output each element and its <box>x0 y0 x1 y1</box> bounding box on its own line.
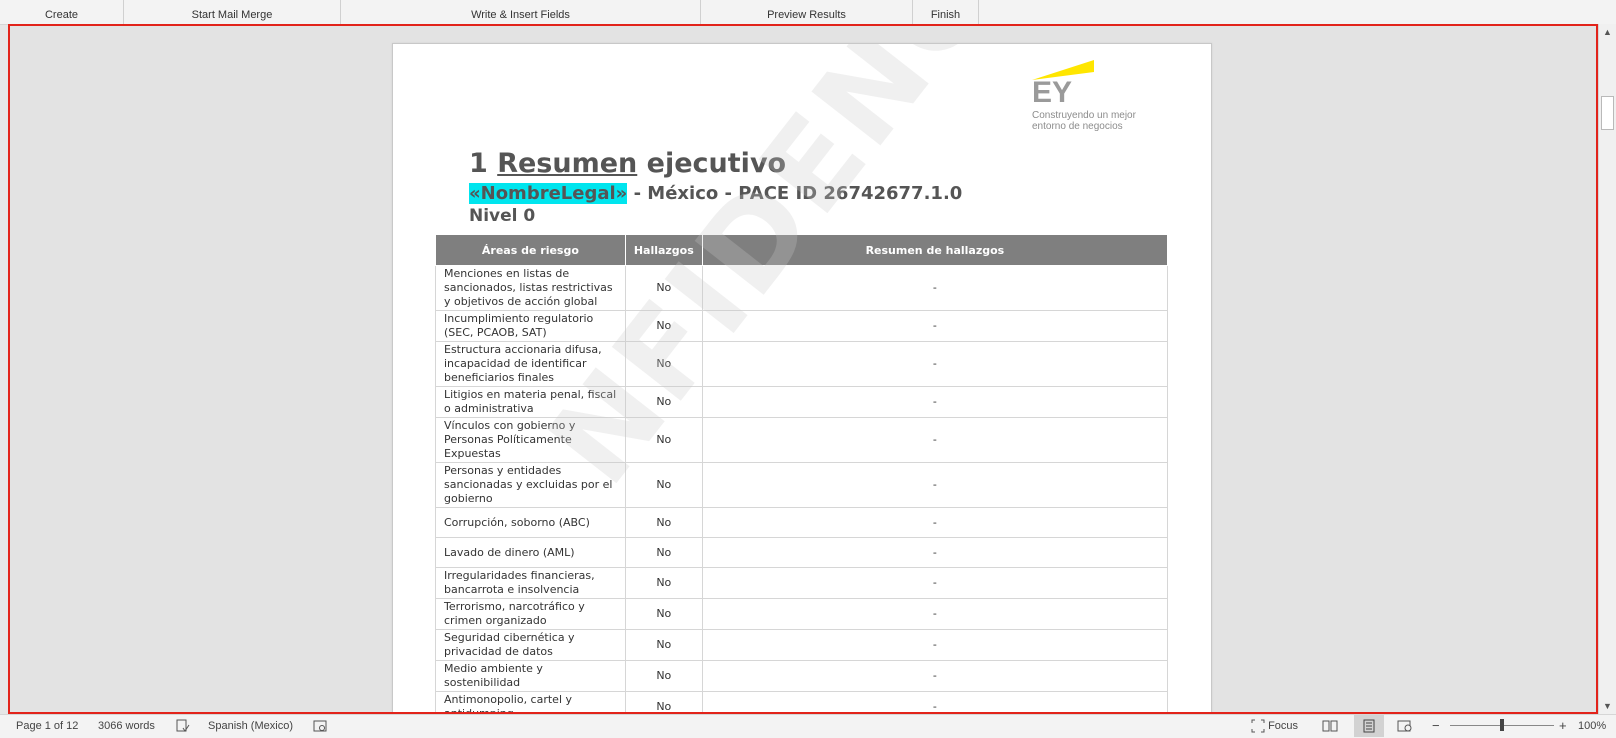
table-row[interactable]: Seguridad cibernética y privacidad de da… <box>435 629 1169 661</box>
table-row[interactable]: Irregularidades financieras, bancarrota … <box>435 567 1169 599</box>
cell-area[interactable]: Corrupción, soborno (ABC) <box>435 507 626 538</box>
cell-resumen[interactable]: - <box>701 341 1169 387</box>
column-header-areas: Áreas de riesgo <box>435 234 626 266</box>
scrollbar-thumb[interactable] <box>1601 96 1614 130</box>
logo-tagline: Construyendo un mejor entorno de negocio… <box>1032 110 1136 132</box>
status-bar: Page 1 of 12 3066 words Spanish (Mexico)… <box>0 714 1616 738</box>
focus-mode-button[interactable]: Focus <box>1251 715 1298 737</box>
table-row[interactable]: Vínculos con gobierno y Personas Polític… <box>435 417 1169 463</box>
scroll-up-arrow-icon[interactable]: ▲ <box>1599 24 1616 40</box>
cell-area[interactable]: Personas y entidades sancionadas y exclu… <box>435 462 626 508</box>
ey-logo-letters: EY <box>1032 76 1072 102</box>
table-row[interactable]: Incumplimiento regulatorio (SEC, PCAOB, … <box>435 310 1169 342</box>
vertical-scrollbar[interactable]: ▲ ▼ <box>1598 24 1616 714</box>
cell-resumen[interactable]: - <box>701 629 1169 661</box>
cell-area[interactable]: Estructura accionaria difusa, incapacida… <box>435 341 626 387</box>
heading-word: ejecutivo <box>646 148 787 179</box>
cell-area[interactable]: Irregularidades financieras, bancarrota … <box>435 567 626 599</box>
table-row[interactable]: Litigios en materia penal, fiscal o admi… <box>435 386 1169 418</box>
logo-tagline-line: entorno de negocios <box>1032 121 1123 132</box>
ey-logo-mark: EY <box>1032 60 1094 109</box>
cell-area[interactable]: Antimonopolio, cartel y antidumping <box>435 691 626 714</box>
document-page[interactable]: EY Construyendo un mejor entorno de nego… <box>392 43 1212 714</box>
column-header-hallazgos: Hallazgos <box>624 234 703 266</box>
cell-area[interactable]: Menciones en listas de sancionados, list… <box>435 265 626 311</box>
cell-resumen[interactable]: - <box>701 537 1169 568</box>
logo-tagline-line: Construyendo un mejor <box>1032 110 1136 121</box>
cell-area[interactable]: Vínculos con gobierno y Personas Polític… <box>435 417 626 463</box>
heading-number: 1 <box>469 148 488 179</box>
cell-hallazgo[interactable]: No <box>624 310 703 342</box>
focus-label: Focus <box>1268 720 1299 732</box>
cell-hallazgo[interactable]: No <box>624 417 703 463</box>
cell-area[interactable]: Incumplimiento regulatorio (SEC, PCAOB, … <box>435 310 626 342</box>
ey-logo: EY Construyendo un mejor entorno de nego… <box>1022 58 1152 154</box>
cell-resumen[interactable]: - <box>701 265 1169 311</box>
cell-hallazgo[interactable]: No <box>624 386 703 418</box>
table-row[interactable]: Menciones en listas de sancionados, list… <box>435 265 1169 311</box>
table-row[interactable]: Terrorismo, narcotráfico y crimen organi… <box>435 598 1169 630</box>
ribbon-group-write-insert-fields: Write & Insert Fields <box>341 0 701 24</box>
page-count[interactable]: Page 1 of 12 <box>16 715 78 737</box>
subtitle-text: - México - PACE ID 26742677.1.0 <box>627 183 963 204</box>
cell-resumen[interactable]: - <box>701 462 1169 508</box>
merge-field-nombrelegal[interactable]: «NombreLegal» <box>469 183 628 204</box>
zoom-in-button[interactable]: + <box>1559 715 1567 737</box>
zoom-level[interactable]: 100% <box>1578 715 1606 737</box>
cell-resumen[interactable]: - <box>701 417 1169 463</box>
cell-resumen[interactable]: - <box>701 310 1169 342</box>
proofing-icon[interactable] <box>176 715 190 737</box>
table-header-row: Áreas de riesgo Hallazgos Resumen de hal… <box>435 234 1169 266</box>
zoom-out-button[interactable]: − <box>1432 715 1440 737</box>
table-row[interactable]: Personas y entidades sancionadas y exclu… <box>435 462 1169 508</box>
cell-hallazgo[interactable]: No <box>624 691 703 714</box>
ribbon-group-finish: Finish <box>913 0 979 24</box>
cell-hallazgo[interactable]: No <box>624 537 703 568</box>
scroll-down-arrow-icon[interactable]: ▼ <box>1599 698 1616 714</box>
cell-area[interactable]: Lavado de dinero (AML) <box>435 537 626 568</box>
web-layout-icon[interactable] <box>1397 715 1413 737</box>
cell-resumen[interactable]: - <box>701 660 1169 692</box>
table-row[interactable]: Antimonopolio, cartel y antidumping No - <box>435 691 1169 714</box>
column-header-resumen: Resumen de hallazgos <box>701 234 1169 266</box>
cell-hallazgo[interactable]: No <box>624 265 703 311</box>
focus-icon <box>1251 719 1265 733</box>
cell-resumen[interactable]: - <box>701 386 1169 418</box>
table-row[interactable]: Corrupción, soborno (ABC) No - <box>435 507 1169 538</box>
heading-word-underlined: Resumen <box>497 148 638 179</box>
word-count[interactable]: 3066 words <box>98 715 155 737</box>
risk-table[interactable]: Áreas de riesgo Hallazgos Resumen de hal… <box>435 234 1169 714</box>
cell-hallazgo[interactable]: No <box>624 341 703 387</box>
cell-hallazgo[interactable]: No <box>624 567 703 599</box>
section-heading[interactable]: 1 Resumen ejecutivo <box>469 148 786 179</box>
subtitle[interactable]: «NombreLegal» - México - PACE ID 2674267… <box>469 183 962 204</box>
ribbon-group-preview-results: Preview Results <box>701 0 913 24</box>
cell-hallazgo[interactable]: No <box>624 629 703 661</box>
cell-area[interactable]: Medio ambiente y sostenibilidad <box>435 660 626 692</box>
cell-resumen[interactable]: - <box>701 598 1169 630</box>
ribbon-group-start-mail-merge: Start Mail Merge <box>124 0 341 24</box>
cell-area[interactable]: Litigios en materia penal, fiscal o admi… <box>435 386 626 418</box>
table-row[interactable]: Lavado de dinero (AML) No - <box>435 537 1169 568</box>
cell-resumen[interactable]: - <box>701 507 1169 538</box>
zoom-slider-thumb[interactable] <box>1500 719 1504 731</box>
cell-area[interactable]: Seguridad cibernética y privacidad de da… <box>435 629 626 661</box>
table-row[interactable]: Medio ambiente y sostenibilidad No - <box>435 660 1169 692</box>
cell-resumen[interactable]: - <box>701 691 1169 714</box>
cell-hallazgo[interactable]: No <box>624 462 703 508</box>
ribbon-group-create: Create <box>0 0 124 24</box>
level-heading[interactable]: Nivel 0 <box>469 206 535 226</box>
cell-hallazgo[interactable]: No <box>624 660 703 692</box>
table-row[interactable]: Estructura accionaria difusa, incapacida… <box>435 341 1169 387</box>
cell-resumen[interactable]: - <box>701 567 1169 599</box>
cell-hallazgo[interactable]: No <box>624 507 703 538</box>
read-mode-icon[interactable] <box>1322 715 1338 737</box>
document-area[interactable]: EY Construyendo un mejor entorno de nego… <box>8 24 1598 714</box>
macro-recording-icon[interactable] <box>313 715 327 737</box>
cell-area[interactable]: Terrorismo, narcotráfico y crimen organi… <box>435 598 626 630</box>
print-layout-icon[interactable] <box>1354 715 1384 737</box>
cell-hallazgo[interactable]: No <box>624 598 703 630</box>
language-indicator[interactable]: Spanish (Mexico) <box>208 715 293 737</box>
ribbon-group-labels: Create Start Mail Merge Write & Insert F… <box>0 0 1616 25</box>
